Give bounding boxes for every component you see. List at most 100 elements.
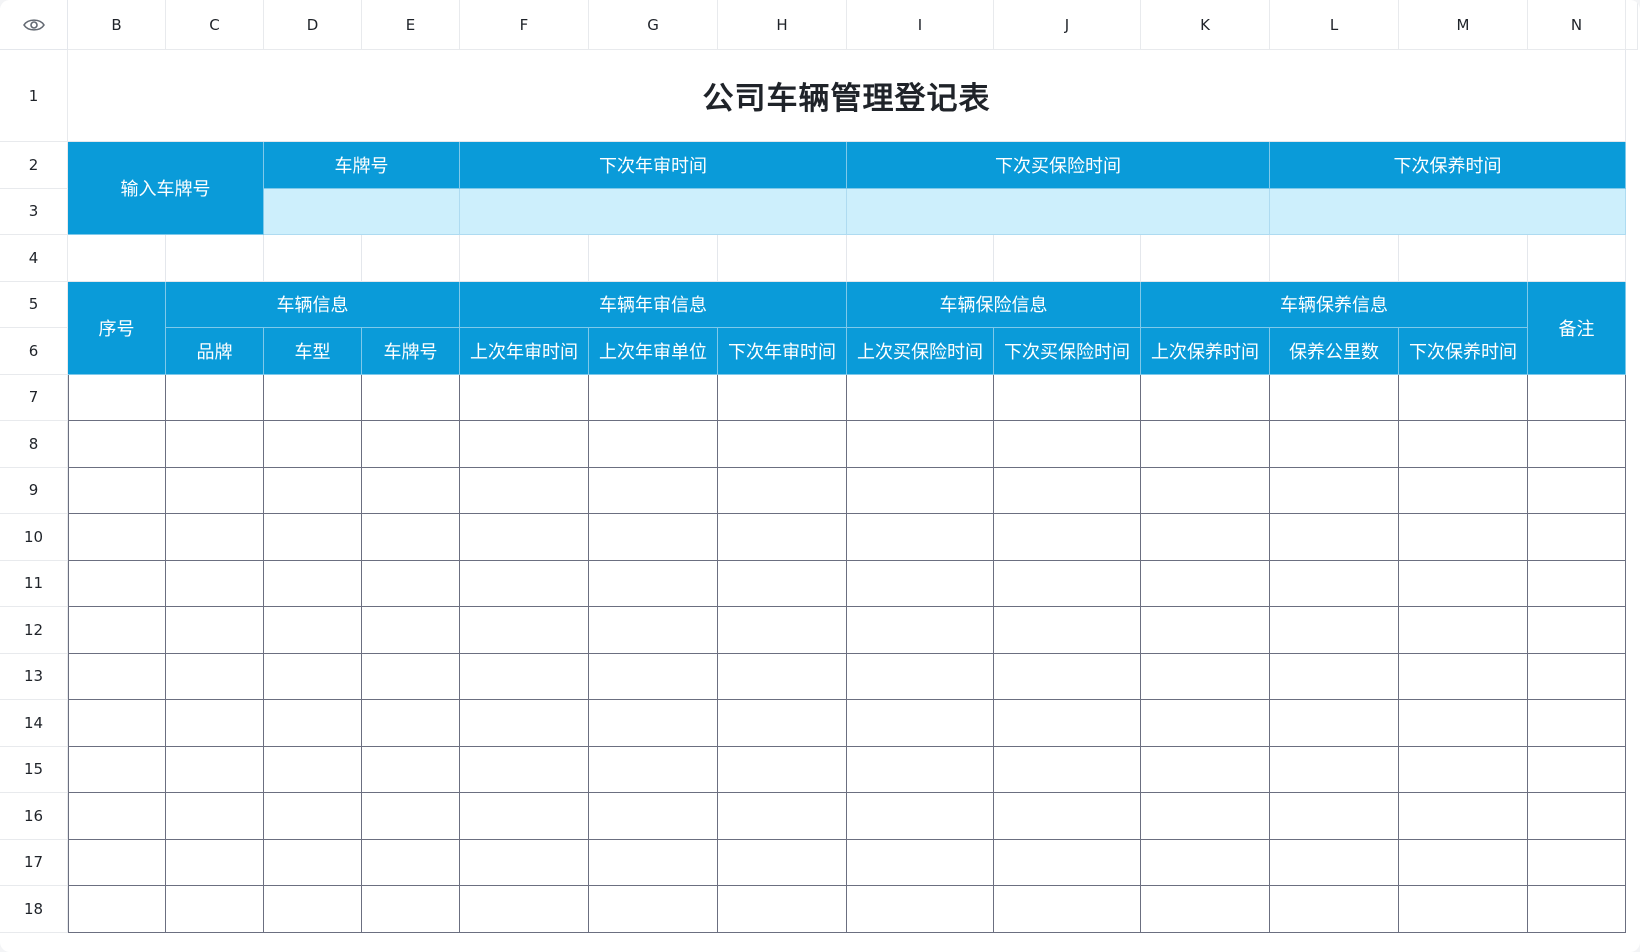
table-cell[interactable] [68, 374, 166, 421]
table-cell[interactable] [362, 700, 460, 747]
row-header-3[interactable]: 3 [0, 188, 68, 235]
table-cell[interactable] [1141, 839, 1270, 886]
table-cell[interactable] [994, 653, 1141, 700]
empty-cell[interactable] [460, 235, 589, 282]
table-cell[interactable] [68, 700, 166, 747]
table-cell[interactable] [1270, 374, 1399, 421]
table-cell[interactable] [1270, 653, 1399, 700]
column-header-B[interactable]: B [68, 0, 166, 50]
table-cell[interactable] [1270, 886, 1399, 933]
table-cell[interactable] [166, 374, 264, 421]
table-cell[interactable] [362, 467, 460, 514]
lookup-next-maintenance-value[interactable] [1270, 188, 1626, 235]
table-cell[interactable] [68, 421, 166, 468]
table-cell[interactable] [68, 607, 166, 654]
lookup-label[interactable]: 输入车牌号 [68, 142, 264, 235]
table-cell[interactable] [362, 514, 460, 561]
table-cell[interactable] [718, 746, 847, 793]
table-cell[interactable] [718, 374, 847, 421]
table-cell[interactable] [1528, 886, 1626, 933]
lookup-plate-input[interactable] [264, 188, 460, 235]
column-header-N[interactable]: N [1528, 0, 1626, 50]
lookup-next-maintenance-header[interactable]: 下次保养时间 [1270, 142, 1626, 189]
table-cell[interactable] [1399, 653, 1528, 700]
table-cell[interactable] [847, 560, 994, 607]
last-inspection-unit-header[interactable]: 上次年审单位 [589, 328, 718, 375]
row-header-9[interactable]: 9 [0, 467, 68, 514]
row-header-8[interactable]: 8 [0, 421, 68, 468]
table-cell[interactable] [589, 746, 718, 793]
table-cell[interactable] [362, 560, 460, 607]
table-cell[interactable] [994, 793, 1141, 840]
brand-header[interactable]: 品牌 [166, 328, 264, 375]
table-cell[interactable] [1399, 793, 1528, 840]
table-cell[interactable] [68, 886, 166, 933]
table-cell[interactable] [994, 886, 1141, 933]
table-cell[interactable] [1528, 653, 1626, 700]
table-cell[interactable] [718, 839, 847, 886]
table-cell[interactable] [264, 421, 362, 468]
select-all-corner[interactable] [0, 0, 68, 50]
empty-cell[interactable] [1528, 235, 1626, 282]
table-cell[interactable] [68, 514, 166, 561]
column-header-F[interactable]: F [460, 0, 589, 50]
table-cell[interactable] [362, 421, 460, 468]
table-cell[interactable] [264, 374, 362, 421]
sheet-title[interactable]: 公司车辆管理登记表 [68, 50, 1626, 142]
last-inspection-header[interactable]: 上次年审时间 [460, 328, 589, 375]
table-cell[interactable] [1270, 793, 1399, 840]
table-cell[interactable] [718, 514, 847, 561]
seq-header[interactable]: 序号 [68, 281, 166, 375]
lookup-next-insurance-header[interactable]: 下次买保险时间 [847, 142, 1270, 189]
table-cell[interactable] [1399, 607, 1528, 654]
table-cell[interactable] [166, 607, 264, 654]
table-cell[interactable] [1528, 793, 1626, 840]
table-cell[interactable] [994, 421, 1141, 468]
inspection-info-header[interactable]: 车辆年审信息 [460, 281, 847, 328]
table-cell[interactable] [68, 839, 166, 886]
plate-header[interactable]: 车牌号 [362, 328, 460, 375]
empty-cell[interactable] [264, 235, 362, 282]
table-cell[interactable] [460, 886, 589, 933]
table-cell[interactable] [1528, 467, 1626, 514]
table-cell[interactable] [460, 746, 589, 793]
table-cell[interactable] [1141, 746, 1270, 793]
table-cell[interactable] [1270, 746, 1399, 793]
table-cell[interactable] [1270, 560, 1399, 607]
table-cell[interactable] [1399, 700, 1528, 747]
table-cell[interactable] [264, 839, 362, 886]
column-header-L[interactable]: L [1270, 0, 1399, 50]
table-cell[interactable] [1399, 746, 1528, 793]
table-cell[interactable] [1270, 467, 1399, 514]
column-header-H[interactable]: H [718, 0, 847, 50]
table-cell[interactable] [166, 746, 264, 793]
lookup-plate-header[interactable]: 车牌号 [264, 142, 460, 189]
table-cell[interactable] [362, 746, 460, 793]
table-cell[interactable] [1399, 514, 1528, 561]
table-cell[interactable] [166, 886, 264, 933]
empty-cell[interactable] [589, 235, 718, 282]
table-cell[interactable] [1528, 700, 1626, 747]
table-cell[interactable] [847, 746, 994, 793]
column-header-K[interactable]: K [1141, 0, 1270, 50]
table-cell[interactable] [362, 374, 460, 421]
table-cell[interactable] [847, 886, 994, 933]
empty-cell[interactable] [994, 235, 1141, 282]
empty-cell[interactable] [1141, 235, 1270, 282]
table-cell[interactable] [847, 374, 994, 421]
table-cell[interactable] [1141, 653, 1270, 700]
table-cell[interactable] [1270, 839, 1399, 886]
table-cell[interactable] [1528, 514, 1626, 561]
table-cell[interactable] [264, 700, 362, 747]
table-cell[interactable] [718, 467, 847, 514]
row-header-13[interactable]: 13 [0, 653, 68, 700]
table-cell[interactable] [1399, 467, 1528, 514]
table-cell[interactable] [460, 839, 589, 886]
table-cell[interactable] [1141, 374, 1270, 421]
table-cell[interactable] [68, 653, 166, 700]
table-cell[interactable] [68, 746, 166, 793]
table-cell[interactable] [589, 374, 718, 421]
table-cell[interactable] [1141, 607, 1270, 654]
table-cell[interactable] [1141, 514, 1270, 561]
table-cell[interactable] [1270, 607, 1399, 654]
